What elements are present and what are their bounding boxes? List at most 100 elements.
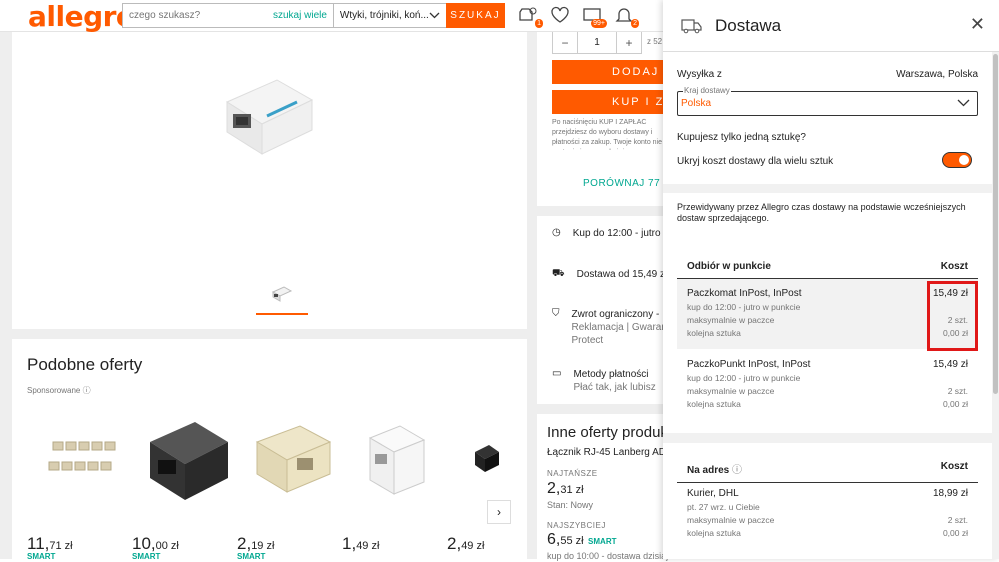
address-header-text: Na adres [687,465,730,476]
pickup-option: PaczkoPunkt InPost, InPost 15,49 zł kup d… [677,350,978,420]
option-next-value: 0,00 zł [942,399,968,409]
quantity-hint: z 52 [647,37,663,46]
similar-offers: Podobne oferty Sponsorowane ⓘ 11,71 zł S… [12,339,527,561]
price-main: 2, [447,534,462,553]
price-decimal: 49 zł [461,540,485,552]
search-input[interactable] [123,4,273,27]
wallet-icon: ▭ [552,368,562,379]
delivery-cost-row[interactable]: ⛟ Dostawa od 15,49 zł [552,268,667,281]
offer-price: 2,19 zł [237,534,274,554]
notifications-badge: 1 [535,19,543,28]
address-section: Na adres ⓘ Koszt Kurier, DHL 18,99 zł pt.… [663,443,992,559]
search-bar: szukaj wiele Wtyki, trójniki, koń... SZU… [122,2,505,28]
other-offers: Inne oferty produktu Łącznik RJ-45 Lanbe… [537,414,693,561]
quantity-stepper: − 1 + [552,32,642,54]
similar-offers-list: 11,71 zł SMART 10,00 zł SMART 2,19 zł SM… [27,412,552,562]
allegro-logo[interactable]: allegro [28,0,135,33]
shipping-settings: Wysyłka z Warszawa, Polska Kraj dostawy … [663,52,992,184]
delivery-note-text: Przewidywany przez Allegro czas dostawy … [677,202,966,223]
option-time: pt. 27 wrz. u Ciebie [687,502,760,512]
category-select-value: Wtyki, trójniki, koń... [339,10,429,21]
highlight-box [927,281,978,351]
header-icons: 1 99+ 2 [518,6,639,28]
price-decimal: 71 zł [49,540,73,552]
option-next-row: kolejna sztuka 0,00 zł [687,399,968,409]
clock-icon: ◷ [552,227,561,238]
offer-tile[interactable]: 11,71 zł SMART [27,412,132,562]
price-main: 10, [132,534,156,553]
option-max-label: maksymalnie w paczce [687,515,775,525]
offer-price: 10,00 zł [132,534,179,554]
search-scope-link[interactable]: szukaj wiele [273,10,333,21]
smart-badge: SMART [27,552,56,561]
hide-cost-row: Ukryj koszt dostawy dla wielu sztuk [677,156,978,167]
option-max-label: maksymalnie w paczce [687,386,775,396]
heart-icon[interactable] [550,6,572,26]
bell-icon[interactable]: 2 [614,6,639,28]
cheapest-state: Stan: Nowy [547,500,594,510]
panel-title: Dostawa [715,15,782,35]
option-next-value: 0,00 zł [942,528,968,538]
category-select[interactable]: Wtyki, trójniki, koń... [332,4,446,27]
notifications-icon[interactable]: 1 [518,6,543,28]
payment-row[interactable]: ▭ Metody płatności Płać tak, jak lubisz [552,368,656,394]
offer-tile[interactable]: 10,00 zł SMART [132,412,237,562]
info-icon[interactable]: ⓘ [732,465,742,476]
fastest-price[interactable]: 6,55 zł SMART [547,531,617,549]
price-main: 11, [27,534,50,553]
price-decimal: 31 zł [560,484,584,496]
option-title-row: PaczkoPunkt InPost, InPost 15,49 zł [687,359,968,370]
truck-icon: ⛟ [552,268,565,279]
product-image[interactable] [217,72,317,157]
quantity-input[interactable]: 1 [577,32,617,53]
add-to-cart-button[interactable]: DODAJ DO KOSZYKA [552,60,672,84]
smart-badge: SMART [132,552,161,561]
hide-cost-toggle[interactable] [942,152,972,168]
option-next-row: kolejna sztuka 0,00 zł [687,328,968,338]
carousel-next-button[interactable]: › [487,500,511,524]
decrement-button[interactable]: − [553,32,577,53]
buy-now-button[interactable]: KUP I ZAPŁAĆ [552,90,672,114]
offer-tile[interactable]: 2,19 zł SMART [237,412,342,562]
payment-text: Metody płatności Płać tak, jak lubisz [573,368,655,394]
option-next-row: kolejna sztuka 0,00 zł [687,528,968,538]
offer-image [150,422,228,500]
address-header-label: Na adres ⓘ [687,461,742,476]
offer-image [368,425,426,495]
option-next-label: kolejna sztuka [687,528,741,538]
fastest-label: NAJSZYBCIEJ [547,521,606,530]
cheapest-price[interactable]: 2,31 zł [547,480,584,498]
panel-scrollbar[interactable] [992,52,999,559]
offer-tile[interactable]: 1,49 zł [342,412,447,562]
buy-note: Po naciśnięciu KUP I ZAPŁAĆ przejdziesz … [552,119,662,150]
country-select[interactable]: Kraj dostawy Polska [677,86,978,116]
ship-from-row: Wysyłka z Warszawa, Polska [677,69,978,80]
product-gallery [12,32,527,329]
price-decimal: 49 zł [356,540,380,552]
option-price: 15,49 zł [932,359,968,370]
hide-cost-label: Ukryj koszt dostawy dla wielu sztuk [677,156,834,167]
scrollbar-thumb[interactable] [993,54,998,394]
pickup-header-label: Odbiór w punkcie [687,261,771,272]
offer-price: 1,49 zł [342,534,379,554]
offer-price: 11,71 zł [27,534,73,554]
panel-header: Dostawa [663,0,999,52]
messages-icon[interactable]: 99+ [582,6,607,28]
option-next-label: kolejna sztuka [687,399,741,409]
option-title-row: Kurier, DHL 18,99 zł [687,488,968,499]
gallery-thumbnail[interactable] [256,275,308,315]
info-icon[interactable]: ⓘ [83,386,91,395]
close-icon[interactable]: ✕ [970,14,985,35]
option-max-label: maksymalnie w paczce [687,315,775,325]
country-value: Polska [681,98,712,109]
bell-badge: 2 [631,19,639,28]
returns-row[interactable]: ⛉ Zwrot ograniczony - Reklamacja | Gwara… [552,308,680,347]
option-time: kup do 12:00 - jutro w punkcie [687,302,801,312]
increment-button[interactable]: + [617,32,641,53]
search-button[interactable]: SZUKAJ [445,2,505,28]
pickup-header: Odbiór w punkcie Koszt [677,261,978,279]
delivery-panel: Dostawa ✕ Wysyłka z Warszawa, Polska Kra… [663,0,999,559]
price-main: 6, [547,531,561,548]
option-next-label: kolejna sztuka [687,328,741,338]
payment-line: Metody płatności [573,369,649,380]
